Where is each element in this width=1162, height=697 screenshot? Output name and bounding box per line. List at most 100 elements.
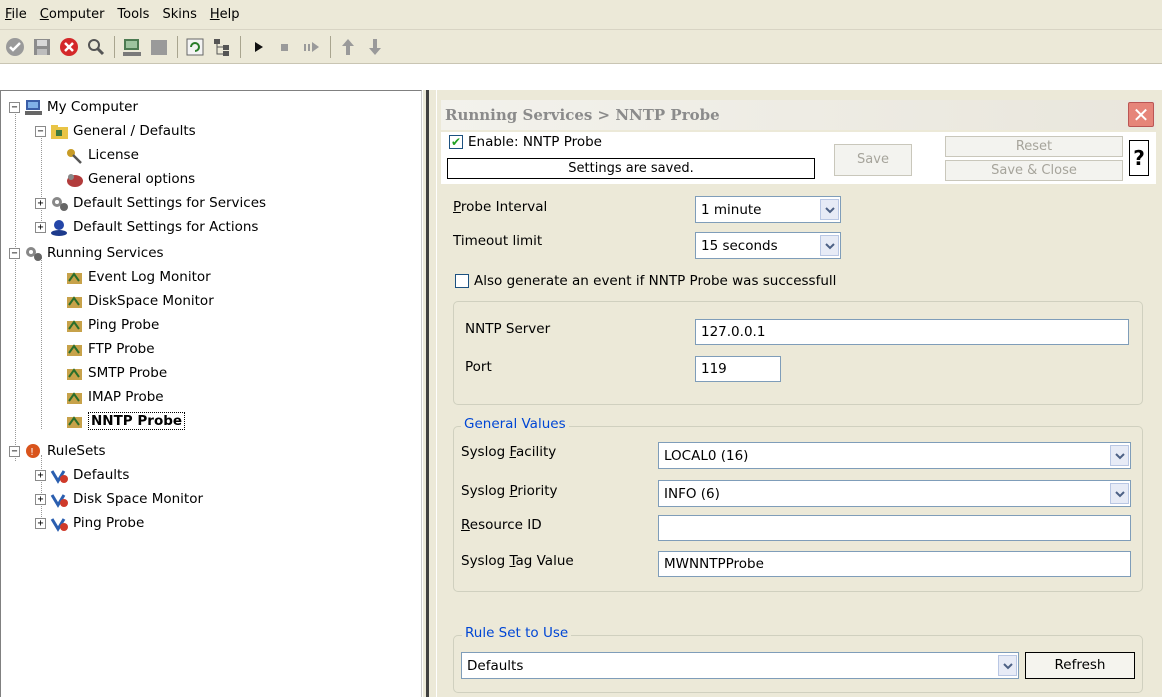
service-icon: [65, 365, 84, 382]
tree-item-rulesets[interactable]: − ! RuleSets: [9, 441, 106, 461]
resource-id-label: Resource ID: [461, 517, 542, 533]
save-close-button[interactable]: Save & Close: [945, 160, 1123, 181]
refresh-icon[interactable]: [184, 36, 206, 58]
port-input[interactable]: 119: [695, 356, 781, 382]
tree-label: General / Defaults: [73, 123, 196, 139]
tree-item-ruleset[interactable]: + Disk Space Monitor: [35, 489, 203, 509]
tree-item-service[interactable]: SMTP Probe: [65, 363, 167, 383]
chevron-down-icon[interactable]: [820, 199, 839, 220]
check-circle-icon[interactable]: [4, 36, 26, 58]
save-icon[interactable]: [31, 36, 53, 58]
step-icon[interactable]: [301, 36, 323, 58]
play-icon[interactable]: [247, 36, 269, 58]
menu-help[interactable]: Help: [210, 7, 240, 22]
settings-panel: Running Services > NNTP Probe ✕ ✔ Enable…: [436, 90, 1162, 697]
refresh-button[interactable]: Refresh: [1025, 652, 1135, 679]
arrow-down-icon[interactable]: [364, 36, 386, 58]
timeout-value: 15 seconds: [701, 237, 778, 254]
close-button[interactable]: ✕: [1128, 102, 1154, 127]
panel-title-bar: Running Services > NNTP Probe ✕: [441, 100, 1156, 130]
tree-item-general-defaults[interactable]: − General / Defaults: [35, 121, 196, 141]
tree-icon[interactable]: [211, 36, 233, 58]
tree-label: FTP Probe: [88, 341, 155, 357]
tree-item-license[interactable]: License: [65, 145, 139, 165]
stop-icon[interactable]: [274, 36, 296, 58]
menu-computer[interactable]: Computer: [40, 7, 105, 22]
tree-item-ruleset[interactable]: + Defaults: [35, 465, 129, 485]
chevron-down-icon[interactable]: [998, 655, 1017, 676]
priority-label: Syslog Priority: [461, 483, 558, 499]
service-icon: [65, 413, 84, 430]
collapse-icon[interactable]: −: [9, 247, 20, 259]
blank-icon[interactable]: [148, 36, 170, 58]
options-icon: [65, 171, 84, 188]
server-group: [453, 301, 1143, 405]
toolbar-separator: [177, 35, 178, 58]
tree-label: IMAP Probe: [88, 389, 164, 405]
pane-splitter[interactable]: [422, 90, 436, 697]
tree-item-running-services[interactable]: − Running Services: [9, 243, 164, 263]
probe-interval-select[interactable]: 1 minute: [695, 196, 841, 223]
timeout-select[interactable]: 15 seconds: [695, 232, 841, 259]
computer-icon[interactable]: [121, 36, 143, 58]
tree-item-service[interactable]: FTP Probe: [65, 339, 155, 359]
service-icon: [65, 389, 84, 406]
expand-icon[interactable]: +: [35, 197, 46, 209]
reset-button[interactable]: Reset: [945, 136, 1123, 157]
tag-value-input[interactable]: MWNNTPProbe: [658, 551, 1131, 577]
tree-item-my-computer[interactable]: − My Computer: [9, 97, 138, 117]
rulesets-icon: !: [24, 443, 43, 460]
tree-label: License: [88, 147, 139, 163]
help-button[interactable]: ?: [1129, 140, 1149, 176]
expand-icon[interactable]: +: [35, 493, 46, 505]
folder-icon: [50, 123, 69, 140]
tree-item-service[interactable]: Ping Probe: [65, 315, 159, 335]
menu-tools[interactable]: Tools: [117, 7, 149, 22]
key-icon: [65, 147, 84, 164]
tree-item-service[interactable]: Event Log Monitor: [65, 267, 211, 287]
search-icon[interactable]: [85, 36, 107, 58]
expand-icon[interactable]: +: [35, 469, 46, 481]
nntp-server-input[interactable]: 127.0.0.1: [695, 319, 1129, 345]
enable-checkbox[interactable]: ✔: [449, 135, 463, 149]
menu-skins[interactable]: Skins: [162, 7, 196, 22]
enable-row[interactable]: ✔ Enable: NNTP Probe: [449, 134, 602, 150]
facility-select[interactable]: LOCAL0 (16): [658, 442, 1131, 469]
tree-item-service[interactable]: DiskSpace Monitor: [65, 291, 214, 311]
save-button[interactable]: Save: [834, 144, 912, 176]
tree-item-service[interactable]: IMAP Probe: [65, 387, 164, 407]
probe-interval-value: 1 minute: [701, 201, 762, 218]
tree-item-nntp-probe[interactable]: NNTP Probe: [65, 411, 186, 431]
arrow-up-icon[interactable]: [337, 36, 359, 58]
tree-pane: − My Computer − General / Defaults Licen…: [0, 90, 422, 697]
gears-icon: [24, 245, 43, 262]
collapse-icon[interactable]: −: [35, 125, 46, 137]
rule-set-select[interactable]: Defaults: [461, 652, 1019, 679]
service-icon: [65, 293, 84, 310]
expand-icon[interactable]: +: [35, 517, 46, 529]
also-generate-label: Also generate an event if NNTP Probe was…: [474, 273, 837, 289]
tree-label: Default Settings for Services: [73, 195, 267, 211]
priority-select[interactable]: INFO (6): [658, 480, 1131, 507]
menu-file[interactable]: File: [5, 7, 27, 22]
also-generate-row[interactable]: Also generate an event if NNTP Probe was…: [455, 273, 836, 289]
stop-red-icon[interactable]: [58, 36, 80, 58]
tree-label-selected: NNTP Probe: [88, 412, 186, 430]
chevron-down-icon[interactable]: [1110, 445, 1129, 466]
also-generate-checkbox[interactable]: [455, 274, 469, 288]
facility-value: LOCAL0 (16): [664, 447, 749, 464]
tree-item-default-services[interactable]: + Default Settings for Services: [35, 193, 266, 213]
tree-label: Event Log Monitor: [88, 269, 211, 285]
tree-label: DiskSpace Monitor: [88, 293, 214, 309]
collapse-icon[interactable]: −: [9, 101, 20, 113]
tree-item-default-actions[interactable]: + Default Settings for Actions: [35, 217, 258, 237]
chevron-down-icon[interactable]: [820, 235, 839, 256]
resource-id-input[interactable]: [658, 515, 1131, 541]
tree-item-general-options[interactable]: General options: [65, 169, 195, 189]
tree-item-ruleset[interactable]: + Ping Probe: [35, 513, 144, 533]
chevron-down-icon[interactable]: [1110, 483, 1129, 504]
enable-label: Enable: NNTP Probe: [468, 134, 602, 150]
expand-icon[interactable]: +: [35, 221, 46, 233]
gears-icon: [50, 195, 69, 212]
collapse-icon[interactable]: −: [9, 445, 20, 457]
